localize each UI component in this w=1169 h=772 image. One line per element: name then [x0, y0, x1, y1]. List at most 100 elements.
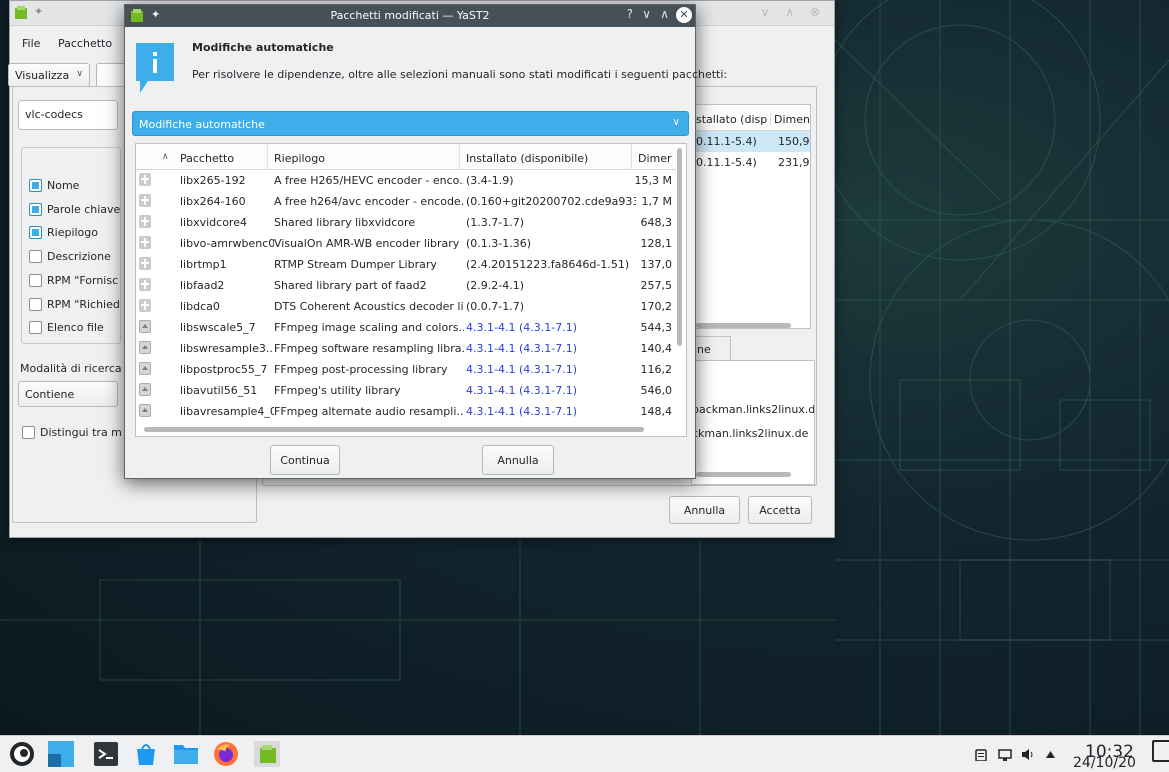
vertical-scrollbar[interactable]: [677, 148, 682, 346]
checkbox-icon: [29, 297, 42, 311]
cell-size: 257,5: [640, 279, 673, 292]
menu-file[interactable]: File: [22, 37, 40, 50]
tab-search[interactable]: [96, 63, 126, 87]
cell-summary: FFmpeg's utility library: [274, 384, 401, 397]
table-row[interactable]: libpostproc55_7 FFmpeg post-processing li…: [136, 359, 676, 380]
network-icon[interactable]: [998, 749, 1012, 761]
taskbar: [0, 735, 1169, 772]
menu-pacchetto[interactable]: Pacchetto: [58, 37, 112, 50]
cell-summary: DTS Coherent Acoustics decoder li...: [274, 300, 464, 313]
install-status-icon[interactable]: [139, 278, 151, 291]
search-input[interactable]: vlc-codecs: [18, 100, 118, 130]
dialog-title: Pacchetti modificati — YaST2: [330, 9, 490, 22]
tab-details[interactable]: ne: [691, 336, 731, 360]
case-sensitive-check[interactable]: Distingui tra m: [22, 426, 122, 439]
cell-summary: A free h264/avc encoder - encode...: [274, 195, 464, 208]
cell-summary: FFmpeg image scaling and colors...: [274, 321, 464, 334]
dolphin-icon[interactable]: [173, 741, 199, 767]
maximize-icon[interactable]: ∧: [660, 7, 669, 21]
cell-package-name: libswscale5_7: [180, 321, 256, 334]
table-row[interactable]: 0.11.1-5.4) 150,9 l: [692, 131, 810, 152]
cell-size: 140,4: [640, 342, 673, 355]
update-status-icon[interactable]: [139, 320, 151, 333]
column-header-installato[interactable]: Installato (disponibile): [460, 144, 632, 170]
table-row[interactable]: libfaad2 Shared library part of faad2 (2.9…: [136, 275, 676, 296]
view-combo[interactable]: Visualizza ∨: [8, 63, 90, 87]
clock-date[interactable]: 24/10/20: [1073, 755, 1136, 771]
cell-installed: 0.11.1-5.4): [696, 156, 757, 169]
install-status-icon[interactable]: [139, 236, 151, 249]
dialog-titlebar[interactable]: ✦ Pacchetti modificati — YaST2 ? ∨ ∧ ✕: [125, 5, 695, 27]
column-header-dimensione[interactable]: Dimer: [632, 144, 676, 170]
cell-package-name: libfaad2: [180, 279, 225, 292]
update-status-icon[interactable]: [139, 341, 151, 354]
horizontal-scrollbar[interactable]: [696, 472, 791, 477]
install-status-icon[interactable]: [139, 215, 151, 228]
cell-summary: FFmpeg alternate audio resampli...: [274, 405, 464, 418]
horizontal-scrollbar[interactable]: [144, 427, 644, 432]
desktop-pager-icon[interactable]: [48, 741, 74, 767]
cell-package-name: libdca0: [180, 300, 220, 313]
search-mode-combo[interactable]: Contiene: [18, 381, 118, 407]
table-row[interactable]: libxvidcore4 Shared library libxvidcore (1…: [136, 212, 676, 233]
tray-expand-icon[interactable]: [1046, 751, 1055, 758]
column-header-riepilogo[interactable]: Riepilogo: [268, 144, 460, 170]
filter-combo[interactable]: Modifiche automatiche ∨: [132, 111, 689, 136]
close-icon[interactable]: ✕: [676, 7, 692, 23]
install-status-icon[interactable]: [139, 194, 151, 207]
chevron-down-icon: ∨: [76, 69, 83, 79]
table-row[interactable]: libswresample3... FFmpeg software resampl…: [136, 338, 676, 359]
table-row[interactable]: libavresample4_0 FFmpeg alternate audio r…: [136, 401, 676, 422]
update-status-icon[interactable]: [139, 404, 151, 417]
table-row[interactable]: libavutil56_51 FFmpeg's utility library 4.…: [136, 380, 676, 401]
discover-icon[interactable]: [133, 741, 159, 767]
cell-installed: 0.11.1-5.4): [696, 135, 757, 148]
table-row[interactable]: libx265-192 A free H265/HEVC encoder - en…: [136, 170, 676, 191]
cell-size: 150,9 l: [778, 135, 810, 148]
table-row[interactable]: libdca0 DTS Coherent Acoustics decoder li…: [136, 296, 676, 317]
konsole-icon[interactable]: [93, 741, 119, 767]
yast-icon[interactable]: [254, 741, 280, 767]
volume-icon[interactable]: [1021, 748, 1035, 761]
minimize-icon[interactable]: ∨: [642, 7, 651, 21]
firefox-icon[interactable]: [213, 741, 239, 767]
checkbox-icon: [29, 249, 42, 263]
clipboard-icon[interactable]: [975, 749, 987, 761]
check-label: RPM "Fornisc: [47, 273, 119, 287]
bg-cancel-button[interactable]: Annulla: [669, 496, 740, 524]
table-row[interactable]: libx264-160 A free h264/avc encoder - enc…: [136, 191, 676, 212]
window-controls-icon[interactable]: ∨ ∧ ⊗: [761, 5, 826, 19]
install-status-icon[interactable]: [139, 299, 151, 312]
table-row[interactable]: 0.11.1-5.4) 231,9 l: [692, 152, 810, 173]
horizontal-scrollbar[interactable]: [696, 323, 791, 328]
cancel-button[interactable]: Annulla: [482, 445, 554, 475]
pin-icon[interactable]: ✦: [34, 5, 43, 18]
check-elenco-file[interactable]: Elenco file: [29, 319, 104, 335]
changed-packages-table[interactable]: ∧ Pacchetto Riepilogo Installato (dispon…: [135, 143, 687, 437]
install-status-icon[interactable]: [139, 257, 151, 270]
column-header-pacchetto[interactable]: Pacchetto: [174, 144, 268, 170]
check-nome[interactable]: Nome: [29, 177, 79, 193]
cell-summary: A free H265/HEVC encoder - enco...: [274, 174, 464, 187]
check-rpm-fornisce[interactable]: RPM "Fornisc: [29, 272, 118, 288]
application-launcher-icon[interactable]: [9, 741, 35, 767]
table-row[interactable]: librtmp1 RTMP Stream Dumper Library (2.4.2…: [136, 254, 676, 275]
table-row[interactable]: libvo-amrwbenc0 VisualOn AMR-WB encoder l…: [136, 233, 676, 254]
help-icon[interactable]: ?: [627, 7, 633, 21]
check-parole-chiave[interactable]: Parole chiave: [29, 201, 120, 217]
check-riepilogo[interactable]: Riepilogo: [29, 224, 98, 240]
install-status-icon[interactable]: [139, 173, 151, 186]
cell-package-name: librtmp1: [180, 258, 227, 271]
check-rpm-richiede[interactable]: RPM "Richied: [29, 296, 120, 312]
column-header[interactable]: Dimensi: [770, 113, 810, 126]
update-status-icon[interactable]: [139, 362, 151, 375]
package-table[interactable]: stallato (disp Dimensi 0.11.1-5.4) 150,9…: [691, 104, 811, 329]
check-descrizione[interactable]: Descrizione: [29, 248, 111, 264]
column-header[interactable]: stallato (disp: [696, 113, 767, 126]
accept-button[interactable]: Accetta: [748, 496, 812, 524]
table-row[interactable]: libswscale5_7 FFmpeg image scaling and co…: [136, 317, 676, 338]
check-label: Descrizione: [47, 249, 111, 263]
update-status-icon[interactable]: [139, 383, 151, 396]
continue-button[interactable]: Continua: [270, 445, 340, 475]
show-desktop-icon[interactable]: [1152, 740, 1169, 762]
